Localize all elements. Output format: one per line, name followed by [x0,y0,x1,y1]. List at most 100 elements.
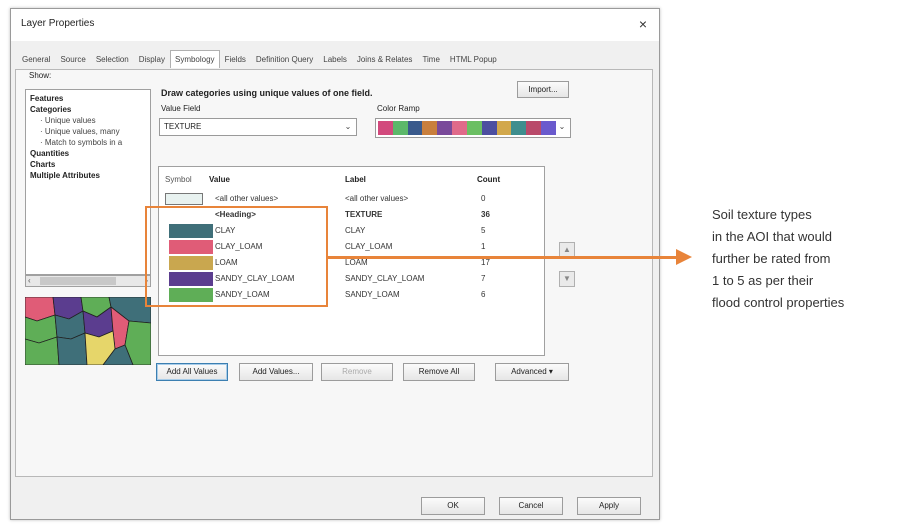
annotation-line: further be rated from [712,251,831,266]
show-tree-item-label: Categories [30,105,72,114]
color-ramp-swatch [511,121,527,135]
show-tree-item-label: Multiple Attributes [30,171,100,180]
symbology-preview-map [25,297,151,365]
label-cell[interactable]: TEXTURE [345,210,382,219]
remove-button[interactable]: Remove [321,363,393,381]
add-values-button[interactable]: Add Values... [239,363,313,381]
show-tree-item-label: Features [30,94,64,103]
color-ramp-swatch [378,121,393,135]
col-label-header[interactable]: Label [345,175,366,184]
count-cell[interactable]: 0 [481,194,485,203]
value-cell[interactable]: <all other values> [215,194,278,203]
move-down-icon[interactable]: ▼ [559,271,575,287]
tab-general[interactable]: General [17,52,55,68]
scroll-left-icon[interactable]: ‹ [28,276,31,286]
show-tree-item-label: Match to symbols in a [44,138,123,147]
tree-scrollbar[interactable]: ‹ › [25,275,151,287]
label-cell[interactable]: CLAY_LOAM [345,242,392,251]
add-all-values-button[interactable]: Add All Values [156,363,228,381]
dialog-title: Layer Properties [21,18,95,29]
label-cell[interactable]: CLAY [345,226,365,235]
show-tree-item-label: Charts [30,160,56,169]
label-cell[interactable]: SANDY_CLAY_LOAM [345,274,424,283]
show-tree-item[interactable]: Multiple Attributes [30,171,100,180]
count-cell[interactable]: 5 [481,226,485,235]
tab-time[interactable]: Time [417,52,444,68]
advanced-button[interactable]: Advanced ▾ [495,363,569,381]
color-ramp-swatch [452,121,467,135]
apply-button[interactable]: Apply [577,497,641,515]
symbol-swatch[interactable] [165,193,203,205]
show-tree-item[interactable]: · Unique values, many [40,127,120,136]
advanced-label: Advanced [511,367,547,376]
close-icon[interactable]: × [639,16,647,32]
highlight-box [145,206,328,307]
tab-display[interactable]: Display [134,52,170,68]
chevron-down-icon[interactable]: ⌄ [342,120,354,134]
tab-labels[interactable]: Labels [318,52,352,68]
show-label: Show: [29,71,52,80]
tab-selection[interactable]: Selection [91,52,134,68]
color-ramp-label: Color Ramp [377,104,420,113]
callout-arrow-line [328,256,678,259]
tab-fields[interactable]: Fields [220,52,251,68]
color-ramp-swatch [407,121,423,135]
tab-definition-query[interactable]: Definition Query [251,52,318,68]
label-cell[interactable]: LOAM [345,258,368,267]
count-cell[interactable]: 17 [481,258,490,267]
color-ramp-swatch [526,121,542,135]
color-ramp-swatch [437,121,453,135]
tab-joins-relates[interactable]: Joins & Relates [352,52,418,68]
count-cell[interactable]: 6 [481,290,485,299]
import-button[interactable]: Import... [517,81,569,98]
color-ramp-swatch [392,121,408,135]
show-tree[interactable]: Features Categories · Unique values · Uniqu… [25,89,151,275]
annotation-line: flood control properties [712,295,845,310]
tab-strip: General Source Selection Display Symbology Fi… [17,50,502,68]
value-field-select[interactable]: TEXTURE ⌄ [159,118,357,136]
annotation-line: 1 to 5 as per their [712,273,814,288]
cancel-button[interactable]: Cancel [499,497,563,515]
annotation-text: Soil texture types in the AOI that would f… [712,204,910,314]
color-ramp-swatch [481,121,497,135]
col-value-header[interactable]: Value [209,175,230,184]
count-cell[interactable]: 1 [481,242,485,251]
show-tree-item[interactable]: · Match to symbols in a [40,138,122,147]
remove-all-button[interactable]: Remove All [403,363,475,381]
show-tree-item[interactable]: Charts [30,160,55,169]
count-cell[interactable]: 36 [481,210,490,219]
tab-html-popup[interactable]: HTML Popup [445,52,502,68]
ok-button[interactable]: OK [421,497,485,515]
color-ramp-swatch [422,121,438,135]
arrow-right-icon [676,249,692,265]
show-tree-item[interactable]: · Unique values [40,116,96,125]
show-tree-item-label: Quantities [30,149,70,158]
show-tree-item-label: Unique values, many [44,127,120,136]
layer-properties-dialog: Layer Properties × General Source Selectio… [10,8,660,520]
label-cell[interactable]: SANDY_LOAM [345,290,400,299]
show-tree-item[interactable]: Features [30,94,63,103]
show-tree-item[interactable]: Categories [30,105,71,114]
value-field-label: Value Field [161,104,201,113]
tab-symbology[interactable]: Symbology [169,50,220,68]
scroll-thumb[interactable] [40,277,116,285]
count-cell[interactable]: 7 [481,274,485,283]
col-symbol-header: Symbol [165,175,192,184]
color-ramp-swatch [541,121,556,135]
color-ramp-preview [378,121,556,135]
color-ramp-swatch [466,121,482,135]
value-field-value: TEXTURE [164,122,202,131]
dropdown-arrow-icon: ▾ [548,367,553,376]
show-tree-item-label: Unique values [44,116,96,125]
symbology-heading: Draw categories using unique values of o… [161,88,373,98]
chevron-down-icon[interactable]: ⌄ [556,120,568,134]
title-bar: Layer Properties × [11,9,659,41]
annotation-line: in the AOI that would [712,229,832,244]
color-ramp-select[interactable]: ⌄ [375,118,571,138]
annotation-line: Soil texture types [712,207,812,222]
col-count-header[interactable]: Count [477,175,500,184]
show-tree-item[interactable]: Quantities [30,149,69,158]
color-ramp-swatch [496,121,512,135]
label-cell[interactable]: <all other values> [345,194,408,203]
tab-source[interactable]: Source [55,52,90,68]
